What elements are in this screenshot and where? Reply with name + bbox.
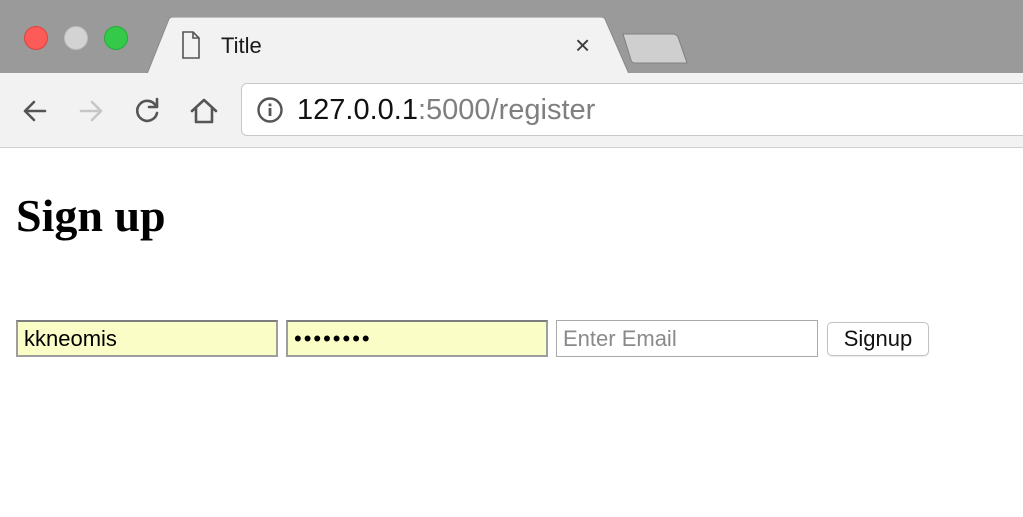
arrow-right-icon[interactable] [73, 93, 109, 129]
tab-background [147, 17, 629, 74]
window-maximize-button[interactable] [104, 26, 128, 50]
new-tab-button[interactable] [621, 33, 689, 65]
tab-strip: Title × [0, 0, 1023, 74]
address-bar[interactable]: 127.0.0.1:5000/register [241, 83, 1023, 136]
email-field[interactable] [556, 320, 818, 357]
reload-icon[interactable] [129, 93, 165, 129]
address-url[interactable]: 127.0.0.1:5000/register [297, 94, 595, 126]
arrow-left-icon[interactable] [17, 93, 53, 129]
window-close-button[interactable] [24, 26, 48, 50]
url-host: 127.0.0.1 [297, 94, 418, 126]
browser-toolbar: 127.0.0.1:5000/register [0, 73, 1023, 148]
document-icon [182, 31, 200, 59]
tab-close-icon[interactable]: × [575, 31, 590, 59]
url-path: :5000/register [417, 94, 596, 126]
username-field[interactable] [16, 320, 278, 357]
window-minimize-button[interactable] [64, 26, 88, 50]
browser-tab[interactable]: Title × [147, 17, 629, 74]
tab-title: Title [221, 33, 262, 58]
page-title: Sign up [16, 190, 166, 241]
password-field[interactable] [286, 320, 548, 357]
info-icon[interactable] [256, 96, 284, 124]
home-icon[interactable] [186, 93, 222, 129]
signup-button[interactable]: Signup [827, 322, 929, 356]
